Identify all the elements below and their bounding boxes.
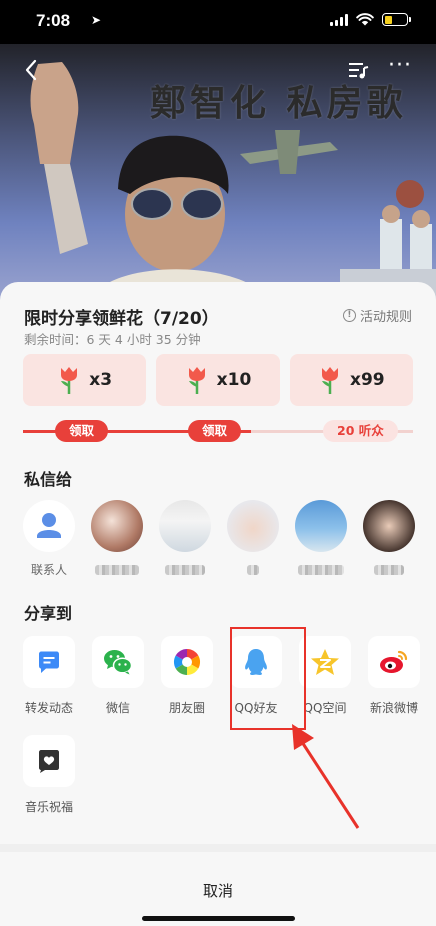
contact-item[interactable] (227, 500, 279, 577)
person-icon (37, 513, 61, 538)
claim-button-2[interactable]: 领取 (188, 420, 242, 442)
rose-icon (188, 367, 205, 394)
reward-tiers: x3 x10 x99 (23, 354, 413, 408)
reward-progress: 领取 领取 20 听众 (23, 420, 413, 442)
share-wechat[interactable]: 微信 (92, 636, 144, 716)
reward-count: x3 (89, 370, 113, 390)
reward-count: x99 (350, 370, 385, 390)
status-indicators (330, 13, 411, 26)
contact-name-blurred (247, 565, 259, 575)
album-header: 7:08 ➤ 鄭智化 私房歌 ··· (0, 0, 436, 300)
reward-count: x10 (216, 370, 252, 390)
annotation-highlight-box (230, 627, 306, 730)
divider (0, 844, 436, 852)
avatar (295, 500, 347, 552)
rose-icon (61, 367, 78, 394)
status-bar: 7:08 ➤ (0, 0, 436, 44)
cancel-area: 取消 (0, 852, 436, 926)
share-label: 新浪微博 (369, 701, 418, 715)
avatar (91, 500, 143, 552)
contact-item[interactable] (159, 500, 211, 577)
wifi-icon (356, 13, 374, 26)
playlist-icon[interactable] (348, 60, 370, 80)
home-indicator (142, 916, 295, 921)
activity-rules-link[interactable]: ! 活动规则 (342, 306, 412, 325)
avatar (227, 500, 279, 552)
back-chevron-icon[interactable] (20, 58, 44, 82)
share-weibo[interactable]: 新浪微博 (368, 636, 420, 716)
cancel-button[interactable]: 取消 (0, 880, 436, 901)
share-moments[interactable]: 朋友圈 (161, 636, 213, 716)
contact-name: 联系人 (30, 563, 67, 577)
promo-time-remaining: 剩余时间：6 天 4 小时 35 分钟 (24, 332, 201, 347)
status-time: 7:08 (36, 11, 71, 30)
repost-icon (23, 636, 75, 688)
contact-name-blurred (165, 565, 205, 575)
rose-icon (322, 367, 338, 394)
promo-title: 限时分享领鲜花（7/20） (24, 309, 219, 329)
contact-name-blurred (298, 565, 344, 575)
annotation-arrow-icon (292, 724, 360, 829)
avatar (159, 500, 211, 552)
activity-rules-label: 活动规则 (359, 310, 412, 325)
share-label: 音乐祝福 (24, 800, 73, 814)
claim-button-1[interactable]: 领取 (55, 420, 109, 442)
contact-list: 联系人 (23, 500, 415, 577)
share-targets-row-1: 转发动态 微信 朋友圈 QQ好友 QQ空间 新浪微博 (23, 636, 420, 716)
avatar (363, 500, 415, 552)
share-to-title: 分享到 (24, 604, 73, 623)
share-label: QQ空间 (303, 701, 347, 715)
info-icon: ! (342, 309, 356, 322)
share-repost[interactable]: 转发动态 (23, 636, 75, 716)
reward-tier-2[interactable]: x10 (156, 354, 280, 406)
qzone-icon (299, 636, 351, 688)
contact-name-blurred (374, 565, 404, 575)
more-icon[interactable]: ··· (388, 55, 411, 80)
contact-item[interactable] (91, 500, 143, 577)
share-targets-row-2: 音乐祝福 (23, 735, 75, 815)
music-greeting-icon (23, 735, 75, 787)
contact-name-blurred (95, 565, 139, 575)
contact-item[interactable] (363, 500, 415, 577)
reward-tier-3[interactable]: x99 (289, 354, 413, 406)
private-message-title: 私信给 (24, 470, 73, 489)
cellular-signal-icon (330, 13, 348, 26)
share-music-greeting[interactable]: 音乐祝福 (23, 735, 75, 815)
share-label: 转发动态 (24, 701, 73, 715)
milestone-20-listeners: 20 听众 (323, 420, 398, 442)
share-label: 朋友圈 (168, 701, 205, 715)
share-label: 微信 (105, 701, 130, 715)
reward-tier-1[interactable]: x3 (23, 354, 147, 406)
location-arrow-icon: ➤ (91, 13, 102, 27)
moments-icon (161, 636, 213, 688)
share-qzone[interactable]: QQ空间 (299, 636, 351, 716)
battery-icon (382, 13, 411, 26)
contacts-button[interactable]: 联系人 (23, 500, 75, 577)
contact-item[interactable] (295, 500, 347, 577)
share-sheet: 限时分享领鲜花（7/20） ! 活动规则 剩余时间：6 天 4 小时 35 分钟… (0, 282, 436, 926)
album-title: 鄭智化 私房歌 (150, 82, 407, 124)
contacts-avatar (23, 500, 75, 552)
weibo-icon (368, 636, 420, 688)
wechat-icon (92, 636, 144, 688)
